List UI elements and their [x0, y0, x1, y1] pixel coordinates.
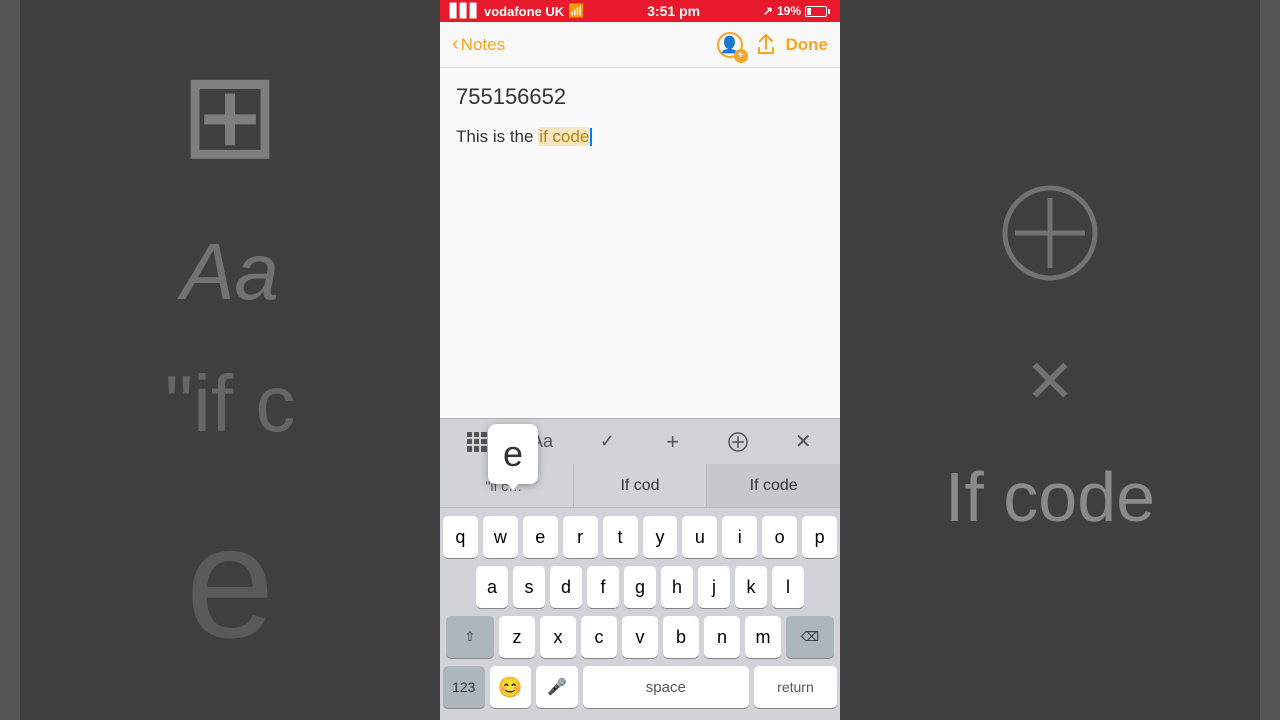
note-content: 755156652 This is the if code [440, 68, 840, 418]
emoji-key[interactable]: 😊 [490, 666, 532, 708]
note-text-before: This is the [456, 127, 538, 146]
key-h[interactable]: h [661, 566, 693, 608]
keyboard-row-4: 123 😊 🎤 space return [443, 666, 837, 708]
key-t[interactable]: t [603, 516, 638, 558]
shift-key[interactable]: ⇧ [446, 616, 494, 658]
key-popup: e [488, 424, 538, 484]
location-icon: ↗ [763, 4, 773, 18]
right-x-icon: ✕ [1025, 347, 1075, 417]
key-r[interactable]: r [563, 516, 598, 558]
battery-icon [805, 6, 830, 17]
key-f[interactable]: f [587, 566, 619, 608]
key-a[interactable]: a [476, 566, 508, 608]
wifi-icon: 📶 [568, 3, 584, 19]
battery-percent: 19% [777, 4, 801, 18]
left-quote-text: "if c [165, 358, 296, 450]
key-d[interactable]: d [550, 566, 582, 608]
keyboard-row-2: a s d f g h j k l [443, 566, 837, 608]
note-number: 755156652 [456, 84, 824, 110]
keyboard-row-3: ⇧ z x c v b n m ⌫ [443, 616, 837, 658]
chevron-left-icon: ‹ [452, 33, 459, 56]
status-time: 3:51 pm [647, 3, 700, 19]
carrier-name: vodafone UK [484, 4, 564, 19]
back-button[interactable]: ‹ Notes [452, 33, 505, 56]
key-e[interactable]: e [523, 516, 558, 558]
status-bar: ▋▋▋ vodafone UK 📶 3:51 pm ↗ 19% [440, 0, 840, 22]
popup-key-letter: e [503, 433, 523, 475]
left-panel: ⊞ Aa "if c e [20, 0, 440, 720]
autocorrect-ifcode-label: If code [750, 477, 798, 495]
keyboard-row-1: q w e r t y u i o p [443, 516, 837, 558]
text-cursor [590, 128, 592, 146]
key-y[interactable]: y [643, 516, 678, 558]
key-k[interactable]: k [735, 566, 767, 608]
delete-key[interactable]: ⌫ [786, 616, 834, 658]
autocorrect-ifcod[interactable]: If cod [574, 464, 708, 507]
key-w[interactable]: w [483, 516, 518, 558]
signal-bars: ▋▋▋ [450, 3, 480, 19]
key-s[interactable]: s [513, 566, 545, 608]
autocorrect-ifcod-label: If cod [620, 477, 659, 495]
key-j[interactable]: j [698, 566, 730, 608]
status-right: ↗ 19% [763, 4, 830, 18]
autocorrect-bar: e "if c…" If cod If code [440, 464, 840, 508]
right-panel: ✕ If code [840, 0, 1260, 720]
key-l[interactable]: l [772, 566, 804, 608]
right-ifcode-text: If code [945, 457, 1155, 537]
grid-icon [467, 432, 487, 452]
right-pen-icon [1000, 183, 1100, 307]
share-button[interactable] [756, 34, 776, 56]
nav-bar: ‹ Notes 👤 + Done [440, 22, 840, 68]
key-o[interactable]: o [762, 516, 797, 558]
back-label: Notes [461, 35, 505, 55]
nav-actions: 👤 + Done [714, 29, 829, 61]
sketch-button[interactable] [718, 425, 758, 459]
numbers-key[interactable]: 123 [443, 666, 485, 708]
note-text-highlighted: if code [538, 127, 590, 146]
key-c[interactable]: c [581, 616, 617, 658]
key-i[interactable]: i [722, 516, 757, 558]
collab-button[interactable]: 👤 + [714, 29, 746, 61]
note-text[interactable]: This is the if code [456, 124, 824, 150]
mic-key[interactable]: 🎤 [536, 666, 578, 708]
left-aa-text: Aa [181, 226, 279, 318]
phone-frame: ▋▋▋ vodafone UK 📶 3:51 pm ↗ 19% ‹ Notes … [440, 0, 840, 720]
done-button[interactable]: Done [786, 35, 829, 55]
left-e-text: e [186, 490, 275, 674]
key-n[interactable]: n [704, 616, 740, 658]
add-collab-icon: + [734, 49, 748, 63]
key-b[interactable]: b [663, 616, 699, 658]
key-m[interactable]: m [745, 616, 781, 658]
key-p[interactable]: p [802, 516, 837, 558]
space-key[interactable]: space [583, 666, 749, 708]
key-v[interactable]: v [622, 616, 658, 658]
keyboard: q w e r t y u i o p a s d f g h j k l ⇧ [440, 508, 840, 720]
return-key[interactable]: return [754, 666, 837, 708]
left-grid-icon: ⊞ [180, 47, 281, 186]
key-u[interactable]: u [682, 516, 717, 558]
autocorrect-ifcode[interactable]: If code [707, 464, 840, 507]
key-z[interactable]: z [499, 616, 535, 658]
close-toolbar-button[interactable]: ✕ [783, 425, 823, 459]
key-x[interactable]: x [540, 616, 576, 658]
key-q[interactable]: q [443, 516, 478, 558]
insert-button[interactable]: + [653, 425, 693, 459]
key-g[interactable]: g [624, 566, 656, 608]
status-left: ▋▋▋ vodafone UK 📶 [450, 3, 584, 19]
checklist-button[interactable]: ✓ [587, 425, 627, 459]
